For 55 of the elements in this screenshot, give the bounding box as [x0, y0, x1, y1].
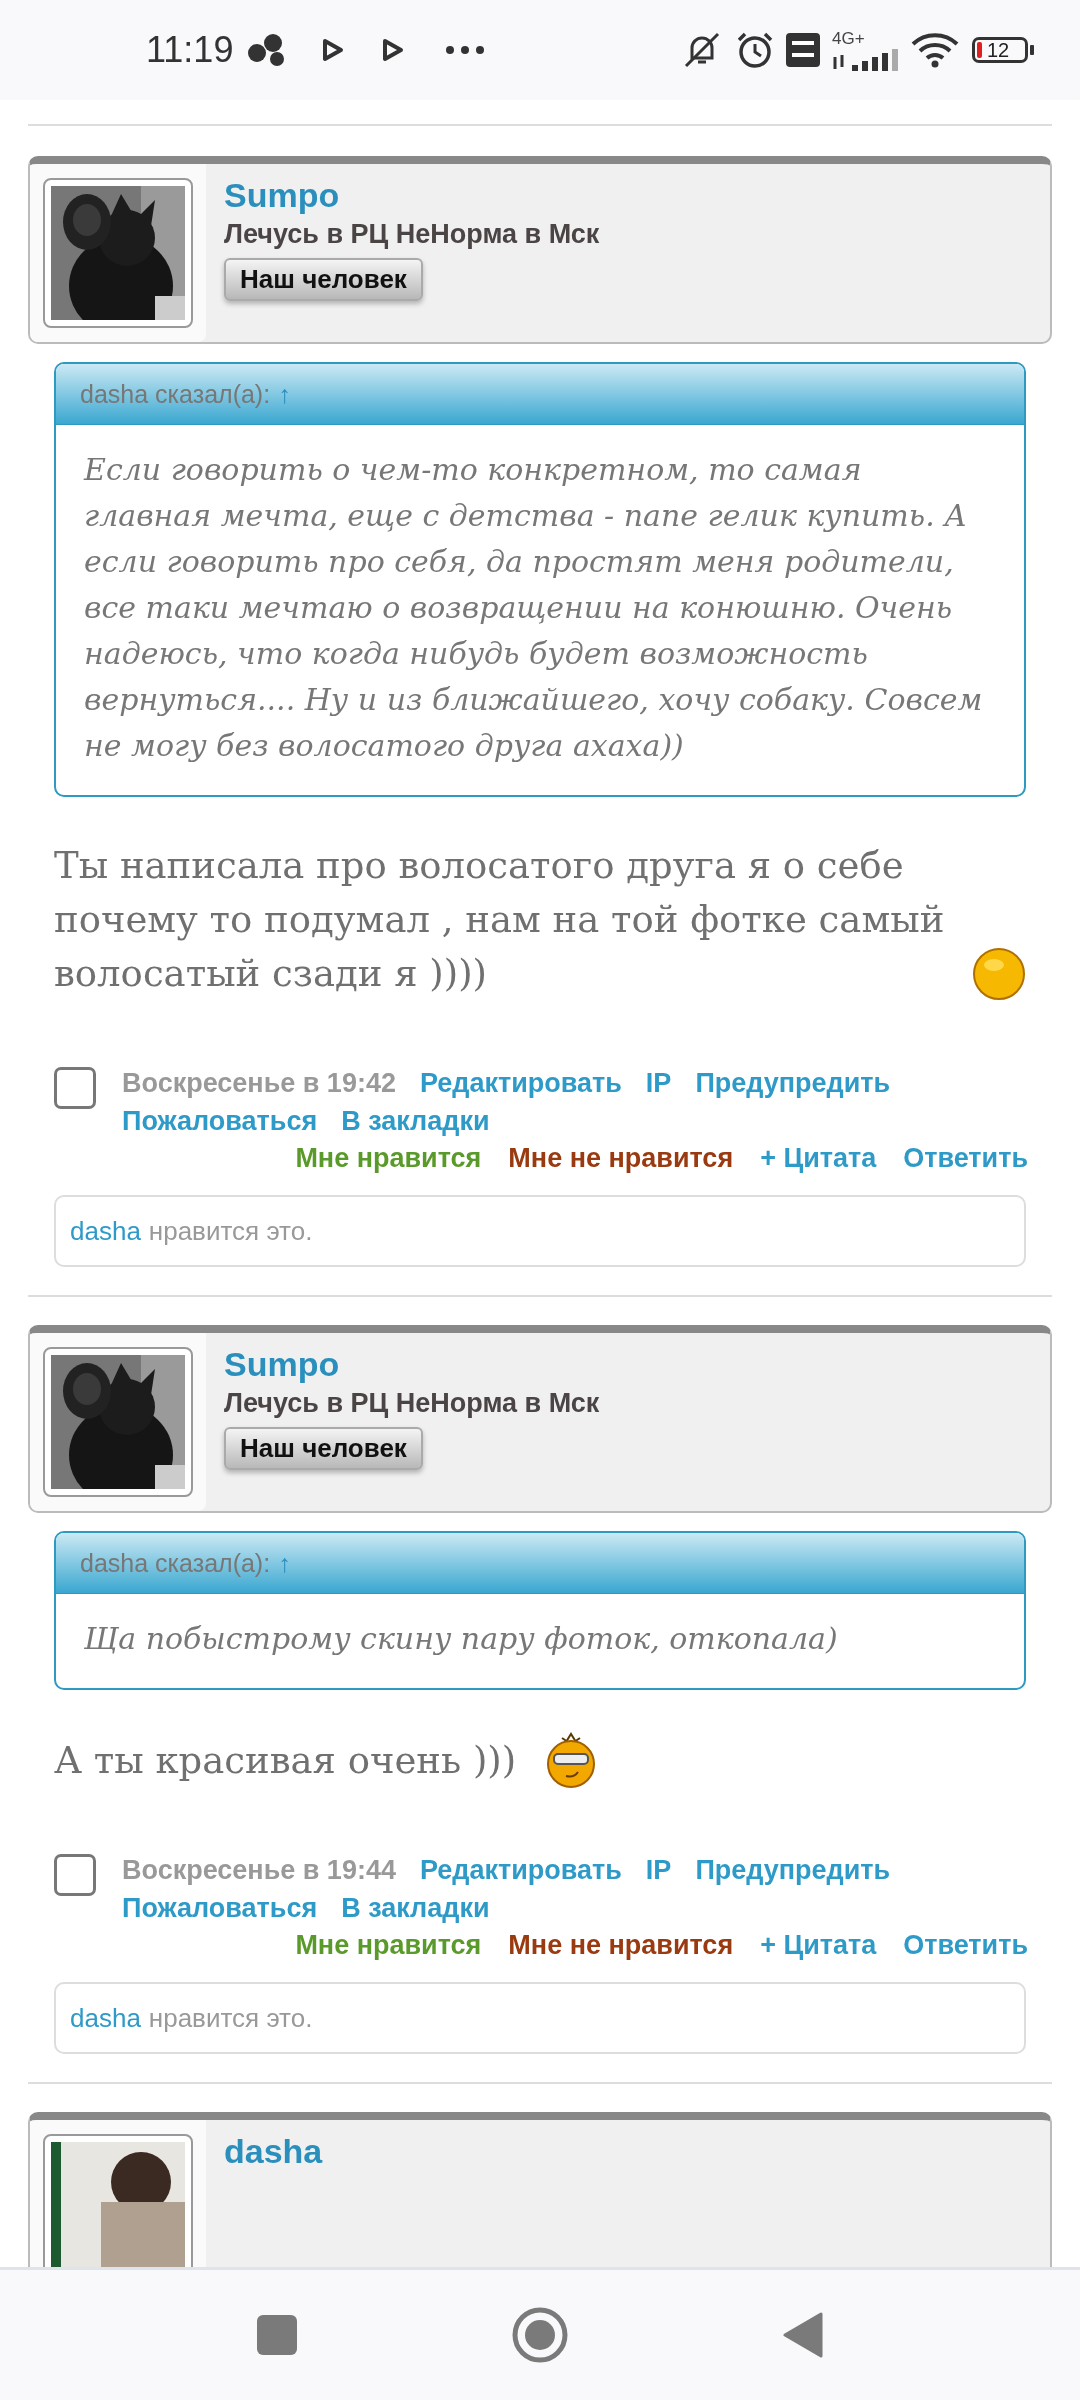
- action-link[interactable]: Ответить: [903, 1139, 1028, 1177]
- action-link[interactable]: Редактировать: [419, 1065, 622, 1101]
- author-status: Лечусь в РЦ НеНорма в Мск: [224, 219, 600, 250]
- dislike-link[interactable]: Мне не нравится: [508, 1139, 734, 1177]
- action-link[interactable]: Пожаловаться: [122, 1103, 318, 1139]
- post-date: Воскресенье в 19:42: [122, 1067, 396, 1100]
- volte-icon: [786, 33, 820, 67]
- rank-button[interactable]: Наш человек: [224, 1427, 423, 1470]
- clock: 11:19: [146, 29, 234, 71]
- action-link[interactable]: В закладки: [341, 1890, 490, 1926]
- dislike-link[interactable]: Мне не нравится: [508, 1926, 734, 1964]
- quote-author: dasha сказал(а):: [80, 379, 271, 409]
- message-text: А ты красивая очень ))): [54, 1738, 517, 1784]
- quote-source-link[interactable]: ↑: [278, 1548, 291, 1578]
- author-name[interactable]: Sumpo: [224, 176, 340, 215]
- like-link[interactable]: Мне нравится: [295, 1926, 482, 1964]
- user-link[interactable]: dasha: [70, 1215, 141, 1247]
- author-status: Лечусь в РЦ НеНорма в Мск: [224, 1388, 600, 1419]
- action-link[interactable]: Пожаловаться: [122, 1890, 318, 1926]
- action-link[interactable]: + Цитата: [760, 1926, 877, 1964]
- home-button[interactable]: [512, 2307, 568, 2363]
- post-date: Воскресенье в 19:44: [122, 1854, 396, 1887]
- like-link[interactable]: Мне нравится: [295, 1139, 482, 1177]
- play-icon: [321, 38, 346, 62]
- select-checkbox[interactable]: [54, 1854, 96, 1896]
- action-link[interactable]: В закладки: [341, 1103, 490, 1139]
- alarm-icon: [736, 31, 774, 69]
- wifi-icon: [910, 32, 960, 68]
- user-link[interactable]: dasha: [70, 2002, 141, 2034]
- signal-icon: [832, 48, 898, 71]
- likes-text: нравится это.: [148, 1215, 313, 1247]
- quote-author: dasha сказал(а):: [80, 1548, 271, 1578]
- action-link[interactable]: IP: [645, 1065, 672, 1101]
- smiley-icon: [972, 945, 1026, 1001]
- action-link[interactable]: Предупредить: [695, 1852, 891, 1888]
- quote-text: Если говорить о чем-то конкретном, то самая главная мечта, еще с детства - папе гелик купить. А если говорить про себя, да простят меня родители, все таки мечтаю о возвращении на конюшню. Очень надеюсь, что когда нибудь будет возможность вернуться.... Ну и из ближайшего, хочу собаку. Совсем не могу без волосатого друга ахаха)): [82, 451, 984, 765]
- battery-fill: [977, 42, 982, 58]
- select-checkbox[interactable]: [54, 1067, 96, 1109]
- more-icon: [445, 45, 486, 55]
- play-icon: [381, 38, 406, 62]
- action-link[interactable]: Ответить: [903, 1926, 1028, 1964]
- author-name[interactable]: dasha: [224, 2132, 323, 2171]
- quote-source-link[interactable]: ↑: [278, 379, 291, 409]
- action-link[interactable]: Редактировать: [419, 1852, 622, 1888]
- quote-text: Ща побыстрому скину пару фоток, откопала): [83, 1620, 839, 1658]
- network-type: 4G+: [832, 29, 866, 47]
- likes-text: нравится это.: [148, 2002, 313, 2034]
- action-link[interactable]: IP: [645, 1852, 672, 1888]
- author-name[interactable]: Sumpo: [224, 1345, 340, 1384]
- battery-level: 12: [987, 38, 1010, 62]
- message-text: Ты написала про волосатого друга я о себе почему то подумал , нам на той фотке самый волосатый сзади я )))): [54, 843, 946, 997]
- action-link[interactable]: Предупредить: [695, 1065, 891, 1101]
- rank-button[interactable]: Наш человек: [224, 258, 423, 301]
- action-link[interactable]: + Цитата: [760, 1139, 877, 1177]
- back-button[interactable]: [783, 2312, 823, 2358]
